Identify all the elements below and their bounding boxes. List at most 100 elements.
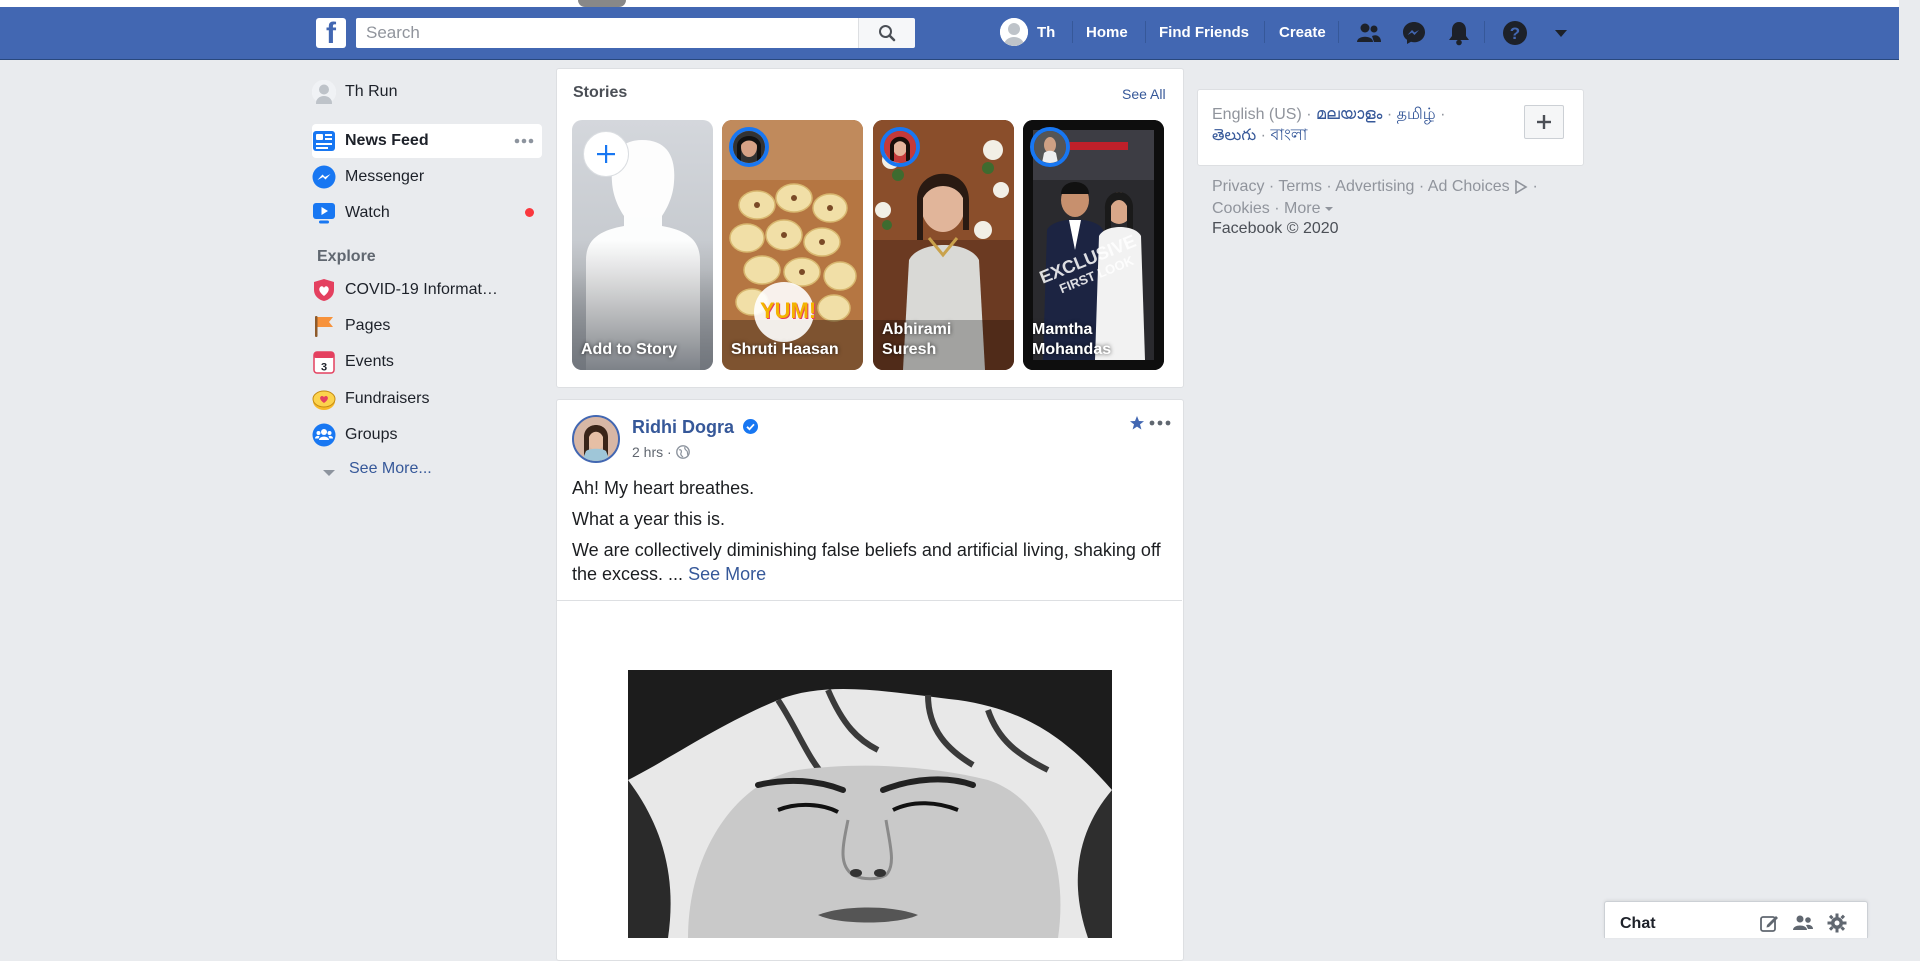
story-sticker-yum: YUM! bbox=[760, 298, 817, 323]
facebook-logo-icon[interactable]: f bbox=[316, 17, 346, 50]
nav-profile-avatar[interactable] bbox=[1000, 18, 1028, 46]
footer-link-terms[interactable]: Terms bbox=[1278, 178, 1322, 195]
add-story-plus-icon[interactable] bbox=[583, 131, 629, 177]
heart-shield-icon bbox=[312, 278, 336, 302]
nav-separator bbox=[1145, 21, 1146, 43]
sidebar-item-watch[interactable]: Watch bbox=[312, 197, 390, 229]
language-link-telugu[interactable]: తెలుగు bbox=[1212, 127, 1256, 144]
post-text-line: Ah! My heart breathes. bbox=[572, 478, 755, 498]
post-see-more-link[interactable]: See More bbox=[688, 564, 766, 584]
watch-icon bbox=[312, 201, 336, 225]
post-text-line: We are collectively diminishing false be… bbox=[572, 540, 1161, 584]
star-icon[interactable] bbox=[1129, 415, 1145, 436]
news-feed-more-icon[interactable] bbox=[513, 130, 535, 157]
language-separator: · bbox=[1386, 106, 1393, 123]
nav-profile-name[interactable]: Th bbox=[1037, 20, 1055, 46]
account-menu-icon[interactable] bbox=[1548, 20, 1574, 46]
plus-icon bbox=[1537, 115, 1551, 129]
story-abhirami-suresh[interactable]: Abhirami Suresh bbox=[873, 120, 1014, 370]
sidebar-item-news-feed[interactable]: News Feed bbox=[312, 125, 429, 157]
story-name: Mamtha Mohandas bbox=[1032, 321, 1112, 358]
sidebar-item-label: Messenger bbox=[345, 168, 425, 185]
story-add-to-story[interactable]: Add to Story bbox=[572, 120, 713, 370]
help-icon[interactable]: ? bbox=[1502, 20, 1528, 46]
sidebar-item-label: Watch bbox=[345, 204, 390, 221]
language-link-bengali[interactable]: বাংলা bbox=[1270, 127, 1307, 144]
nav-find-friends-link[interactable]: Find Friends bbox=[1159, 20, 1249, 46]
nav-separator bbox=[1264, 21, 1265, 43]
sidebar-profile[interactable]: Th Run bbox=[312, 76, 397, 108]
messenger-icon bbox=[312, 165, 336, 189]
sidebar-item-label: Pages bbox=[345, 317, 391, 334]
language-link-tamil[interactable]: தமிழ் bbox=[1397, 106, 1436, 123]
footer-link-cookies[interactable]: Cookies bbox=[1212, 200, 1270, 217]
nav-create-link[interactable]: Create bbox=[1279, 20, 1326, 46]
calendar-icon: 3 bbox=[312, 350, 336, 374]
sidebar-item-fundraisers[interactable]: Fundraisers bbox=[312, 383, 429, 415]
footer-link-more[interactable]: More bbox=[1284, 200, 1333, 217]
language-current: English (US) bbox=[1212, 106, 1302, 123]
add-language-button[interactable] bbox=[1524, 105, 1564, 139]
profile-avatar-icon bbox=[312, 80, 336, 104]
sidebar-item-events[interactable]: 3 Events bbox=[312, 346, 394, 378]
verified-badge-icon bbox=[743, 418, 759, 439]
messenger-icon[interactable] bbox=[1401, 20, 1427, 46]
calendar-day: 3 bbox=[321, 362, 327, 374]
sidebar-item-label: Groups bbox=[345, 426, 398, 443]
flag-icon bbox=[312, 314, 336, 338]
language-list: English (US) · മലയാളം · தமிழ் · తెలుగు ·… bbox=[1212, 104, 1512, 146]
nav-separator bbox=[1072, 21, 1073, 43]
chevron-down-icon bbox=[322, 465, 336, 483]
chat-settings-icon[interactable] bbox=[1826, 912, 1848, 934]
sidebar-item-messenger[interactable]: Messenger bbox=[312, 161, 424, 193]
sidebar-item-label: COVID-19 Informat… bbox=[345, 281, 498, 298]
story-shruti-haasan[interactable]: YUM! Shruti Haasan bbox=[722, 120, 863, 370]
search-input[interactable] bbox=[356, 18, 858, 48]
footer-link-advertising[interactable]: Advertising bbox=[1335, 178, 1414, 195]
post-author-name[interactable]: Ridhi Dogra bbox=[632, 417, 759, 439]
svg-text:?: ? bbox=[1510, 24, 1520, 43]
language-link-malayalam[interactable]: മലയാളം bbox=[1316, 106, 1382, 123]
globe-icon bbox=[675, 444, 690, 462]
footer-separator: · bbox=[1532, 178, 1538, 195]
caret-down-icon bbox=[1324, 206, 1333, 211]
nav-home-link[interactable]: Home bbox=[1086, 20, 1128, 46]
footer-separator: · bbox=[1268, 178, 1275, 195]
story-mamtha-mohandas[interactable]: EXCLUSIVE FIRST LOOK Mamtha Mohandas bbox=[1023, 120, 1164, 370]
groups-icon bbox=[312, 423, 336, 447]
stories-see-all-link[interactable]: See All bbox=[1122, 86, 1166, 102]
ad-choices-icon bbox=[1515, 179, 1528, 195]
copyright: Facebook © 2020 bbox=[1212, 220, 1339, 237]
create-group-icon[interactable] bbox=[1792, 912, 1814, 934]
notifications-icon[interactable] bbox=[1446, 20, 1472, 46]
post-options-icon[interactable] bbox=[1148, 415, 1172, 436]
search-button[interactable] bbox=[858, 18, 915, 48]
footer-link-label: Ad Choices bbox=[1427, 178, 1510, 195]
nav-separator bbox=[1484, 21, 1485, 43]
news-feed-icon bbox=[312, 129, 336, 153]
sidebar-item-groups[interactable]: Groups bbox=[312, 419, 397, 451]
story-avatar-ring bbox=[1030, 127, 1070, 167]
post-photo[interactable] bbox=[628, 670, 1112, 938]
sidebar-item-pages[interactable]: Pages bbox=[312, 310, 390, 342]
top-navigation-bar bbox=[0, 7, 1899, 60]
sidebar-see-more-link[interactable]: See More... bbox=[349, 460, 432, 478]
nav-separator bbox=[1338, 21, 1339, 43]
explore-heading: Explore bbox=[317, 248, 376, 265]
footer-link-privacy[interactable]: Privacy bbox=[1212, 178, 1264, 195]
footer-separator: · bbox=[1326, 178, 1332, 195]
post-author-avatar[interactable] bbox=[572, 415, 620, 463]
footer-link-ad-choices[interactable]: Ad Choices bbox=[1428, 178, 1533, 195]
top-strip-thumbnail bbox=[578, 0, 626, 7]
new-message-icon[interactable] bbox=[1758, 912, 1780, 934]
footer-separator: · bbox=[1418, 178, 1425, 195]
post-timestamp[interactable]: 2 hrs · bbox=[632, 444, 690, 462]
footer-link-label: More bbox=[1284, 200, 1321, 217]
chat-label: Chat bbox=[1620, 915, 1656, 932]
story-name: Shruti Haasan bbox=[731, 341, 839, 358]
friend-requests-icon[interactable] bbox=[1356, 20, 1382, 46]
post-author-label: Ridhi Dogra bbox=[632, 417, 734, 437]
story-avatar-ring bbox=[729, 127, 769, 167]
logo-letter: f bbox=[326, 17, 336, 50]
sidebar-item-covid[interactable]: COVID-19 Informat… bbox=[312, 274, 498, 306]
